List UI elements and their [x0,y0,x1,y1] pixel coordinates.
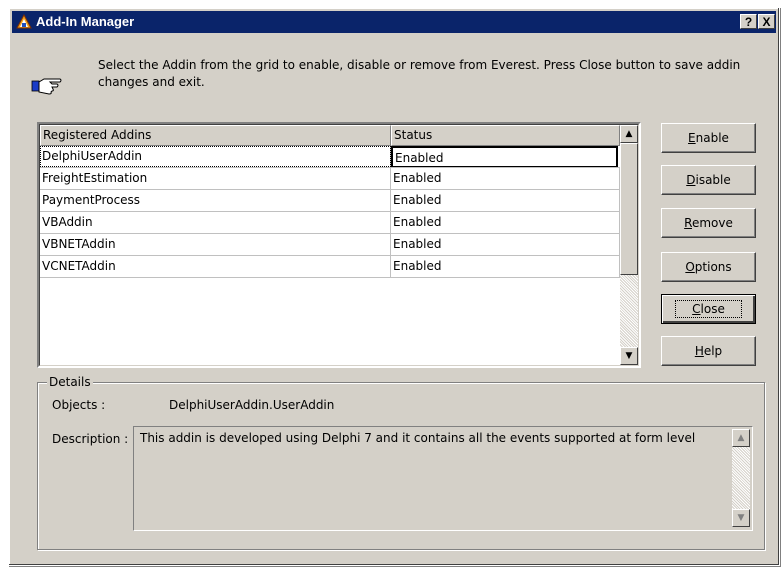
close-label-wrap: Close [675,300,742,318]
disable-label: isable [695,173,731,187]
scroll-up-arrow-icon[interactable]: ▲ [620,125,638,143]
add-in-manager-icon [16,14,32,29]
table-row[interactable]: VBAddin Enabled [40,212,620,234]
options-label: ptions [694,260,732,274]
close-accel: C [692,302,701,316]
description-label: Description : [52,432,129,446]
objects-value: DelphiUserAddin.UserAddin [169,398,335,412]
addin-status-cell[interactable]: Enabled [391,146,618,167]
title-bar[interactable]: Add-In Manager ? X [12,11,776,33]
help-accel: H [694,344,704,358]
column-header-registered-addins[interactable]: Registered Addins [40,125,391,146]
addin-status-cell[interactable]: Enabled [391,168,620,189]
close-button[interactable]: Close [661,294,756,324]
enable-accel: E [688,131,696,145]
addins-grid[interactable]: Registered Addins Status DelphiUserAddin… [37,122,641,368]
table-row[interactable]: VBNETAddin Enabled [40,234,620,256]
options-button[interactable]: Options [661,252,756,282]
addin-status-cell[interactable]: Enabled [391,212,620,233]
details-group-title: Details [47,375,93,389]
scroll-down-arrow-icon[interactable]: ▼ [732,509,750,527]
help-label: elp [703,344,723,358]
remove-label: emove [691,216,733,230]
enable-button[interactable]: Enable [661,123,756,153]
disable-button[interactable]: Disable [661,165,756,195]
remove-button[interactable]: Remove [661,208,756,238]
table-row[interactable]: DelphiUserAddin Enabled [40,146,620,168]
objects-label: Objects : [52,398,106,412]
grid-vertical-scrollbar[interactable]: ▲ ▼ [620,125,638,365]
window-title: Add-In Manager [36,14,135,29]
table-row[interactable]: VCNETAddin Enabled [40,256,620,278]
description-scrollbar[interactable]: ▲ ▼ [732,429,750,527]
help-title-button[interactable]: ? [740,14,757,29]
close-label: lose [700,302,725,316]
description-value: This addin is developed using Delphi 7 a… [140,431,696,445]
addin-name-cell[interactable]: VCNETAddin [40,256,391,277]
addin-status-cell[interactable]: Enabled [391,190,620,211]
addin-name-cell[interactable]: PaymentProcess [40,190,391,211]
enable-label: nable [695,131,729,145]
addin-status-cell[interactable]: Enabled [391,234,620,255]
addin-name-cell[interactable]: DelphiUserAddin [40,146,391,167]
addin-status-cell[interactable]: Enabled [391,256,620,277]
close-title-button[interactable]: X [758,14,775,29]
addin-name-cell[interactable]: FreightEstimation [40,168,391,189]
scroll-down-arrow-icon[interactable]: ▼ [620,347,638,365]
table-row[interactable]: PaymentProcess Enabled [40,190,620,212]
help-button[interactable]: Help [661,336,756,366]
addin-name-cell[interactable]: VBNETAddin [40,234,391,255]
table-row[interactable]: FreightEstimation Enabled [40,168,620,190]
grid-scroll-thumb[interactable] [620,143,638,275]
options-accel: O [685,260,695,274]
column-header-status[interactable]: Status [391,125,620,146]
pointing-hand-icon [31,78,62,95]
remove-accel: R [684,216,692,230]
description-textbox[interactable]: This addin is developed using Delphi 7 a… [133,426,753,531]
instruction-text: Select the Addin from the grid to enable… [98,58,741,89]
scroll-up-arrow-icon[interactable]: ▲ [732,429,750,447]
addin-name-cell[interactable]: VBAddin [40,212,391,233]
